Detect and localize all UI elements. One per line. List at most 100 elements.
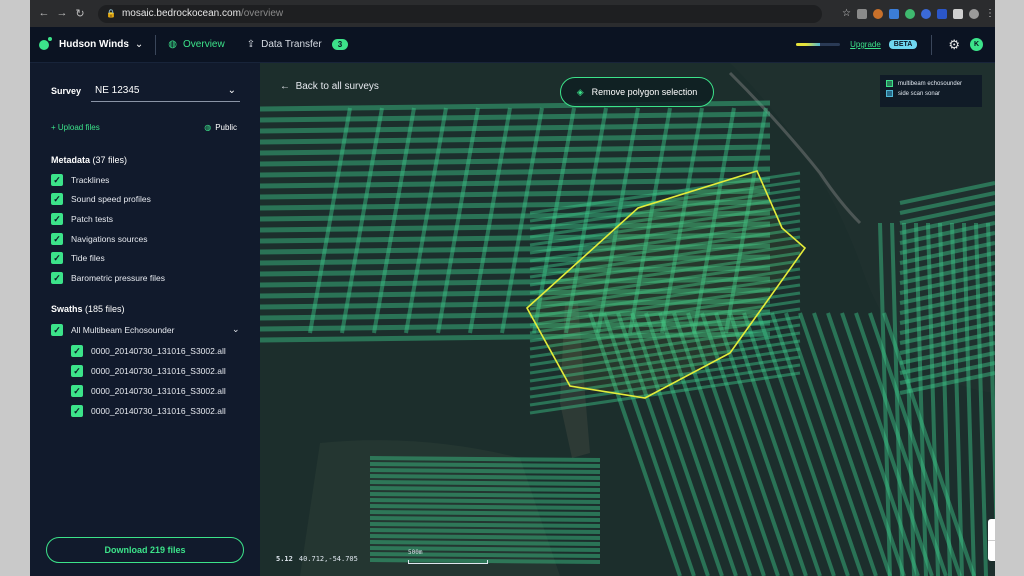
- metadata-item-label: Tide files: [71, 253, 105, 263]
- trackline: [369, 516, 601, 522]
- survey-value: NE 12345: [95, 85, 140, 96]
- legend-swatch: [886, 80, 893, 87]
- usage-progress-bar: [796, 43, 841, 46]
- swath-file-item[interactable]: ✓ 0000_20140730_131016_S3002.all: [71, 365, 226, 377]
- scale-bar: [408, 560, 488, 564]
- zoom-in-button[interactable]: +: [988, 519, 995, 540]
- upgrade-link[interactable]: Upgrade: [850, 40, 881, 49]
- checkbox-checked-icon[interactable]: ✓: [51, 272, 63, 284]
- divider: [155, 34, 157, 55]
- extension-icon[interactable]: [921, 8, 931, 19]
- public-toggle[interactable]: ◍ Public: [204, 123, 237, 132]
- legend-item: side scan sonar: [886, 90, 976, 97]
- metadata-item-label: Navigations sources: [71, 234, 148, 244]
- app-header: Hudson Winds ⌄ ◍ Overview ⇪ Data Transfe…: [30, 27, 995, 63]
- eraser-icon: ◈: [576, 86, 584, 97]
- swaths-heading: Swaths (185 files): [51, 304, 125, 314]
- header-right: Upgrade BETA ⚙ K: [796, 34, 983, 55]
- checkbox-checked-icon[interactable]: ✓: [51, 193, 63, 205]
- browser-nav: ← → ↻: [30, 7, 88, 20]
- chevron-down-icon[interactable]: ⌄: [232, 324, 240, 335]
- extension-icon[interactable]: [905, 8, 915, 19]
- swath-file-label: 0000_20140730_131016_S3002.all: [91, 406, 226, 416]
- checkbox-checked-icon[interactable]: ✓: [51, 213, 63, 225]
- legend-swatch: [886, 90, 893, 97]
- project-switcher[interactable]: Hudson Winds ⌄: [39, 36, 144, 50]
- metadata-item[interactable]: ✓ Sound speed profiles: [51, 193, 151, 205]
- extension-icon[interactable]: [937, 8, 947, 19]
- swath-file-item[interactable]: ✓ 0000_20140730_131016_S3002.all: [71, 405, 226, 417]
- scale-label: 500m: [408, 549, 423, 556]
- metadata-item[interactable]: ✓ Tracklines: [51, 174, 109, 186]
- map-canvas[interactable]: ← Back to all surveys ◈ Remove polygon s…: [260, 63, 995, 576]
- checkbox-checked-icon[interactable]: ✓: [71, 345, 83, 357]
- trackline: [369, 498, 601, 504]
- extension-icon[interactable]: [857, 8, 867, 19]
- extension-icon[interactable]: [889, 8, 899, 19]
- trackline: [369, 474, 601, 480]
- gear-icon[interactable]: ⚙: [948, 37, 960, 53]
- legend-item: multibeam echosounder: [886, 80, 976, 87]
- checkbox-checked-icon[interactable]: ✓: [51, 252, 63, 264]
- trackline: [369, 522, 601, 528]
- profile-icon[interactable]: [969, 8, 979, 19]
- puzzle-icon[interactable]: [953, 8, 963, 19]
- checkbox-checked-icon[interactable]: ✓: [51, 233, 63, 245]
- checkbox-checked-icon[interactable]: ✓: [71, 385, 83, 397]
- tab-overview[interactable]: ◍ Overview: [168, 39, 224, 50]
- metadata-item[interactable]: ✓ Barometric pressure files: [51, 272, 165, 284]
- survey-picker: Survey NE 12345 ⌄: [51, 80, 240, 102]
- swath-group[interactable]: ✓ All Multibeam Echosounder: [51, 324, 174, 336]
- upload-row: + Upload files ◍ Public: [51, 123, 237, 132]
- star-icon[interactable]: ☆: [842, 8, 851, 19]
- map-legend: multibeam echosounder side scan sonar: [880, 75, 982, 107]
- swath-file-item[interactable]: ✓ 0000_20140730_131016_S3002.all: [71, 385, 226, 397]
- extension-icon[interactable]: [873, 8, 883, 19]
- back-arrow-icon[interactable]: ←: [36, 7, 52, 20]
- metadata-item[interactable]: ✓ Navigations sources: [51, 233, 148, 245]
- remove-polygon-button[interactable]: ◈ Remove polygon selection: [560, 77, 714, 107]
- app-window: ← → ↻ 🔒 mosaic.bedrockocean.com/overview…: [30, 0, 995, 576]
- url-path: /overview: [240, 8, 284, 19]
- chevron-down-icon: ⌄: [227, 85, 236, 96]
- metadata-count: (37 files): [92, 155, 128, 165]
- transfer-icon: ⇪: [246, 39, 256, 50]
- swaths-count: (185 files): [85, 304, 125, 314]
- tab-data-transfer[interactable]: ⇪ Data Transfer: [247, 39, 322, 50]
- checkbox-checked-icon[interactable]: ✓: [51, 324, 63, 336]
- metadata-item-label: Patch tests: [71, 214, 114, 224]
- chevron-down-icon: ⌄: [134, 39, 144, 50]
- address-bar[interactable]: 🔒 mosaic.bedrockocean.com/overview: [98, 4, 823, 23]
- metadata-item-label: Barometric pressure files: [71, 273, 166, 283]
- checkbox-checked-icon[interactable]: ✓: [71, 405, 83, 417]
- globe-icon: ◍: [168, 39, 178, 50]
- swath-group-label: All Multibeam Echosounder: [71, 325, 175, 335]
- usage-progress-fill: [796, 43, 821, 46]
- survey-select[interactable]: NE 12345 ⌄: [91, 80, 240, 102]
- remove-polygon-label: Remove polygon selection: [591, 87, 698, 97]
- forward-arrow-icon[interactable]: →: [54, 7, 70, 20]
- back-to-surveys-link[interactable]: ← Back to all surveys: [280, 81, 379, 92]
- zoom-out-button[interactable]: −: [988, 540, 995, 561]
- avatar[interactable]: K: [970, 38, 983, 51]
- transfer-count-badge: 3: [331, 39, 349, 50]
- metadata-item[interactable]: ✓ Tide files: [51, 252, 105, 264]
- trackline: [369, 480, 601, 486]
- legend-label: multibeam echosounder: [898, 80, 963, 87]
- upload-files-button[interactable]: + Upload files: [51, 123, 100, 132]
- browser-extensions: ☆ ⋮: [842, 8, 995, 19]
- swath-file-item[interactable]: ✓ 0000_20140730_131016_S3002.all: [71, 345, 226, 357]
- zoom-control: + −: [988, 519, 995, 561]
- metadata-item[interactable]: ✓ Patch tests: [51, 213, 113, 225]
- swath-file-label: 0000_20140730_131016_S3002.all: [91, 386, 226, 396]
- sidebar: Survey NE 12345 ⌄ + Upload files ◍ Public…: [30, 63, 260, 576]
- download-files-button[interactable]: Download 219 files: [46, 537, 244, 563]
- trackline: [369, 540, 601, 546]
- checkbox-checked-icon[interactable]: ✓: [71, 365, 83, 377]
- kebab-menu-icon[interactable]: ⋮: [985, 8, 995, 19]
- reload-icon[interactable]: ↻: [72, 7, 88, 20]
- checkbox-checked-icon[interactable]: ✓: [51, 174, 63, 186]
- trackline: [369, 546, 601, 552]
- tab-label: Data Transfer: [261, 39, 322, 50]
- legend-label: side scan sonar: [898, 90, 941, 97]
